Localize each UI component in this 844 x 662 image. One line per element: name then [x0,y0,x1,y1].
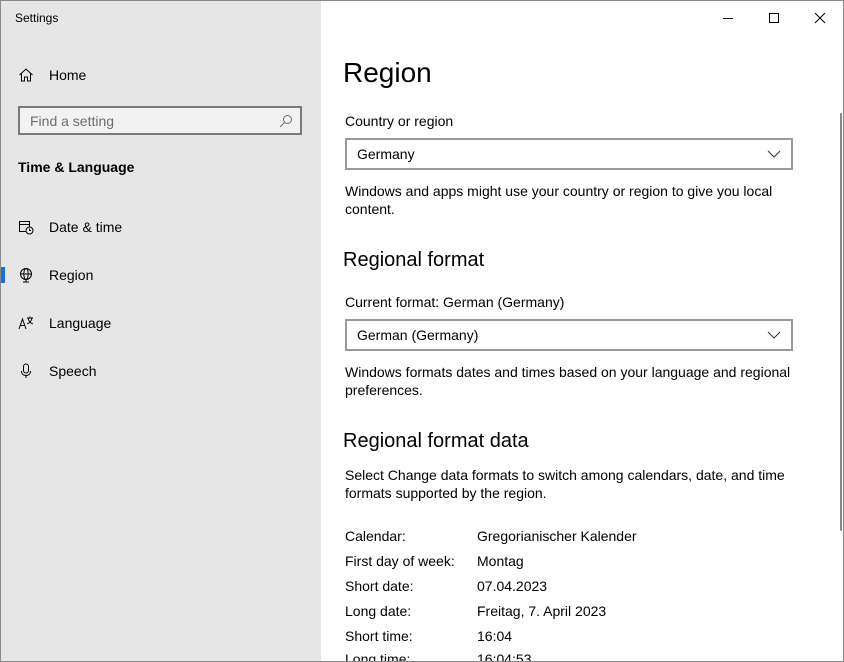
sidebar-item-speech[interactable]: Speech [1,353,321,389]
main-content: Region Country or region Germany Windows… [321,1,843,661]
calendar-clock-icon [17,218,35,236]
sidebar-item-date-time[interactable]: Date & time [1,209,321,245]
format-data-row: Short date: 07.04.2023 [345,578,805,594]
microphone-icon [17,362,35,380]
chevron-down-icon [767,331,781,339]
country-value: Germany [357,146,415,162]
format-data-heading: Regional format data [343,430,529,452]
minimize-button[interactable] [705,1,751,35]
format-data-description: Select Change data formats to switch amo… [345,467,785,501]
format-data-row: Long time: 16:04:53 [345,651,805,662]
close-button[interactable] [797,1,843,35]
globe-icon [17,266,35,284]
row-key: Short date: [345,578,414,594]
row-value: Montag [477,553,524,569]
maximize-button[interactable] [751,1,797,35]
regional-format-description: Windows formats dates and times based on… [345,364,791,398]
selection-indicator [1,267,5,283]
home-label: Home [49,67,87,83]
row-value: 16:04 [477,628,513,644]
settings-window: Settings Home Time & Language Date & tim… [0,0,844,662]
country-description: Windows and apps might use your country … [345,183,773,217]
sidebar-item-label: Date & time [49,219,123,235]
search-box[interactable] [18,106,302,135]
search-icon[interactable] [272,114,300,128]
section-title: Time & Language [18,159,135,175]
current-format-label: Current format: German (Germany) [345,294,565,310]
page-title: Region [343,57,432,88]
format-data-row: Calendar: Gregorianischer Kalender [345,528,805,544]
row-key: Calendar: [345,528,406,544]
sidebar-item-region[interactable]: Region [1,257,321,293]
app-title: Settings [15,11,59,25]
row-key: First day of week: [345,553,455,569]
row-key: Long date: [345,603,412,619]
row-value: Gregorianischer Kalender [477,528,637,544]
row-value: Freitag, 7. April 2023 [477,603,607,619]
row-key: Short time: [345,628,413,644]
country-label: Country or region [345,113,454,129]
window-controls [705,1,843,35]
row-value: 16:04:53 [477,651,532,662]
sidebar: Settings Home Time & Language Date & tim… [1,1,321,661]
maximize-icon [769,13,779,23]
home-nav-item[interactable]: Home [17,63,307,87]
sidebar-item-label: Speech [49,363,97,379]
regional-format-dropdown[interactable]: German (Germany) [345,319,793,351]
row-value: 07.04.2023 [477,578,548,594]
format-data-row: Long date: Freitag, 7. April 2023 [345,603,805,619]
sidebar-item-label: Region [49,267,94,283]
search-input[interactable] [20,111,272,130]
row-key: Long time: [345,651,411,662]
country-dropdown[interactable]: Germany [345,138,793,170]
home-icon [17,66,35,84]
scrollbar[interactable] [840,113,842,531]
regional-format-heading: Regional format [343,249,485,271]
close-icon [814,12,826,24]
regional-format-value: German (Germany) [357,327,479,343]
format-data-row: First day of week: Montag [345,553,805,569]
chevron-down-icon [767,150,781,158]
sidebar-item-language[interactable]: Language [1,305,321,341]
format-data-row: Short time: 16:04 [345,628,805,644]
language-icon [17,314,35,332]
sidebar-item-label: Language [49,315,112,331]
minimize-icon [723,18,733,19]
